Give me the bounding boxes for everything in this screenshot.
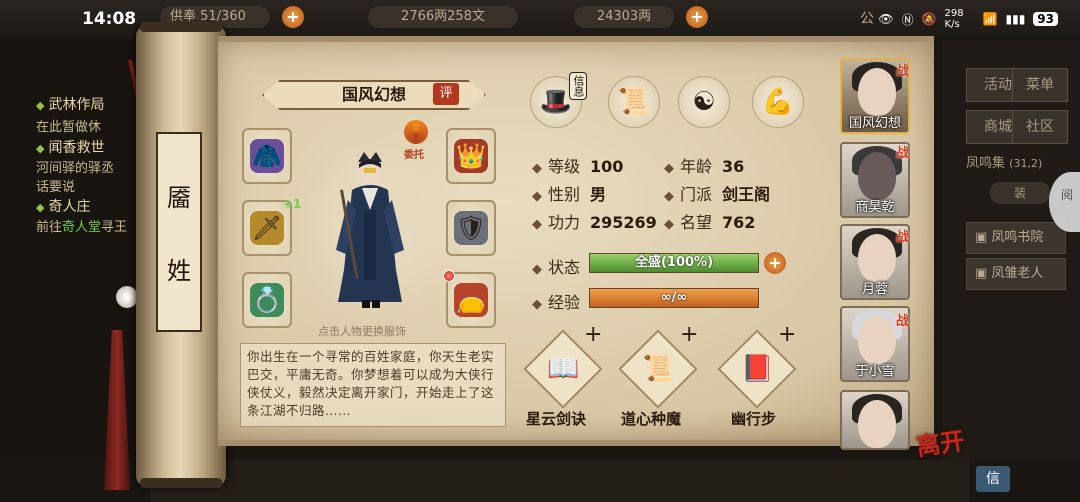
surname-char-2: 姓 <box>167 257 191 285</box>
mute-icon: 🔕 <box>921 12 937 26</box>
skill-name-2: 道心种魔 <box>621 410 682 428</box>
equip-slot-head[interactable]: 👑 <box>446 128 496 184</box>
stat-gender: ◆ 性别男 <box>532 185 607 204</box>
stat-sect: ◆ 门派 剑王阁 <box>664 185 771 204</box>
stat-age: ◆ 年龄 36 <box>664 157 745 176</box>
evaluate-button[interactable]: 评 <box>433 83 459 105</box>
silver-counter: 2766两258文 <box>368 6 518 28</box>
war-tag-3: 战 <box>896 230 910 245</box>
net-speed: 298 K/s <box>944 8 964 30</box>
battery-indicator: 93 <box>1033 12 1058 26</box>
scroll-cap-bottom <box>140 478 222 488</box>
sword-icon: 🗡 <box>250 211 284 245</box>
character-bio: 你出生在一个寻常的百姓家庭，你天生老实巴交，平庸无奇。你梦想着可以成为大侠行侠仗… <box>240 343 506 427</box>
quest-desc-1: 在此暂做休 <box>36 120 102 135</box>
scroll-map-icon[interactable]: 📜 <box>608 76 660 128</box>
skill-add-2[interactable]: + <box>680 322 698 347</box>
scroll-icon: 📜 <box>641 354 675 384</box>
state-bar: 全盛(100%) <box>589 253 759 273</box>
bagua-icon[interactable]: ☯ <box>678 76 730 128</box>
war-tag-1: 战 <box>896 64 910 79</box>
leave-button[interactable]: 离开 <box>914 421 966 462</box>
eye-icon: 👁 <box>878 12 894 26</box>
add-gold-button[interactable]: + <box>686 6 708 28</box>
chestplate-icon: 🛡 <box>454 211 488 245</box>
surname-char-1: 靥 <box>167 184 191 212</box>
community-button[interactable]: 社区 <box>1012 110 1068 144</box>
quest-desc-2b: 话要说 <box>36 180 76 195</box>
notification-dot <box>443 270 455 282</box>
equip-slot-ring[interactable]: 💍 <box>242 272 292 328</box>
gear-tab[interactable]: 装 <box>990 182 1050 204</box>
state-label: ◆ 状态 <box>532 258 581 277</box>
surname-tag: 靥 姓 <box>156 132 202 332</box>
signal-icon: ▮▮▮ <box>1005 12 1026 26</box>
location-icon: ▣ <box>975 230 992 245</box>
exp-bar: ∞/∞ <box>589 288 759 308</box>
mail-button[interactable]: 信 <box>976 466 1010 492</box>
nfc-icon: Ⓝ <box>901 12 914 27</box>
scroll-bead <box>116 286 138 308</box>
exp-label: ◆ 经验 <box>532 293 581 312</box>
ring-icon: 💍 <box>250 283 284 317</box>
equip-slot-chest[interactable]: 🛡 <box>446 200 496 256</box>
quest-desc-3: 前往奇人堂寻王 <box>36 220 128 235</box>
bottom-nav-bar <box>150 460 970 502</box>
clan-label: 公 <box>860 11 874 27</box>
skill-name-1: 星云剑诀 <box>526 410 587 428</box>
add-stamina-button[interactable]: + <box>282 6 304 28</box>
location-header: 凤鸣集 (31,2) <box>966 156 1043 171</box>
armor-bundle-icon: 🧥 <box>250 139 284 173</box>
skill-name-3: 幽行步 <box>731 410 777 428</box>
equip-slot-accessory[interactable]: 👝 <box>446 272 496 328</box>
quest-title-1[interactable]: ◆ 武林作局 <box>36 94 104 114</box>
tome-icon: 📕 <box>740 354 774 384</box>
status-clock: 14:08 <box>82 9 137 29</box>
change-outfit-hint: 点击人物更换服饰 <box>318 325 406 338</box>
stat-fame: ◆ 名望 762 <box>664 213 756 232</box>
stat-power: ◆ 功力 295269 <box>532 213 657 232</box>
scroll-cap-top <box>140 22 222 32</box>
quest-title-2[interactable]: ◆ 闻香救世 <box>36 137 104 157</box>
location-item-1[interactable]: ▣ 凤鸣书院 <box>966 222 1066 254</box>
wifi-icon: 📶 <box>982 12 998 26</box>
equip-slot-armor[interactable]: 🧥 <box>242 128 292 184</box>
gold-counter: 24303两 <box>574 6 674 28</box>
war-tag-2: 战 <box>896 146 910 161</box>
skill-add-3[interactable]: + <box>778 322 796 347</box>
entrust-icon[interactable] <box>404 120 428 144</box>
info-tab-label: 信息 <box>569 72 587 100</box>
book-icon: 📖 <box>546 354 580 384</box>
war-tag-4: 战 <box>896 314 910 329</box>
headgear-icon: 👑 <box>454 139 488 173</box>
person-icon: ▣ <box>975 266 992 281</box>
menu-button[interactable]: 菜单 <box>1012 68 1068 102</box>
entrust-label: 委托 <box>404 150 424 161</box>
stat-level: ◆ 等级 100 <box>532 157 624 176</box>
quest-desc-2: 河间驿的驿丞 <box>36 161 115 176</box>
quest-title-3[interactable]: ◆ 奇人庄 <box>36 196 90 216</box>
restore-state-button[interactable]: + <box>764 252 786 274</box>
pouch-icon: 👝 <box>454 283 488 317</box>
body-icon[interactable]: 💪 <box>752 76 804 128</box>
roster-hero-5[interactable] <box>840 390 910 450</box>
skill-add-1[interactable]: + <box>584 322 602 347</box>
character-portrait[interactable] <box>328 150 412 310</box>
status-bar-icons: 👁 Ⓝ 🔕 298 K/s 📶 ▮▮▮ 93 <box>878 8 1058 30</box>
location-item-2[interactable]: ▣ 凤雏老人 <box>966 258 1066 290</box>
